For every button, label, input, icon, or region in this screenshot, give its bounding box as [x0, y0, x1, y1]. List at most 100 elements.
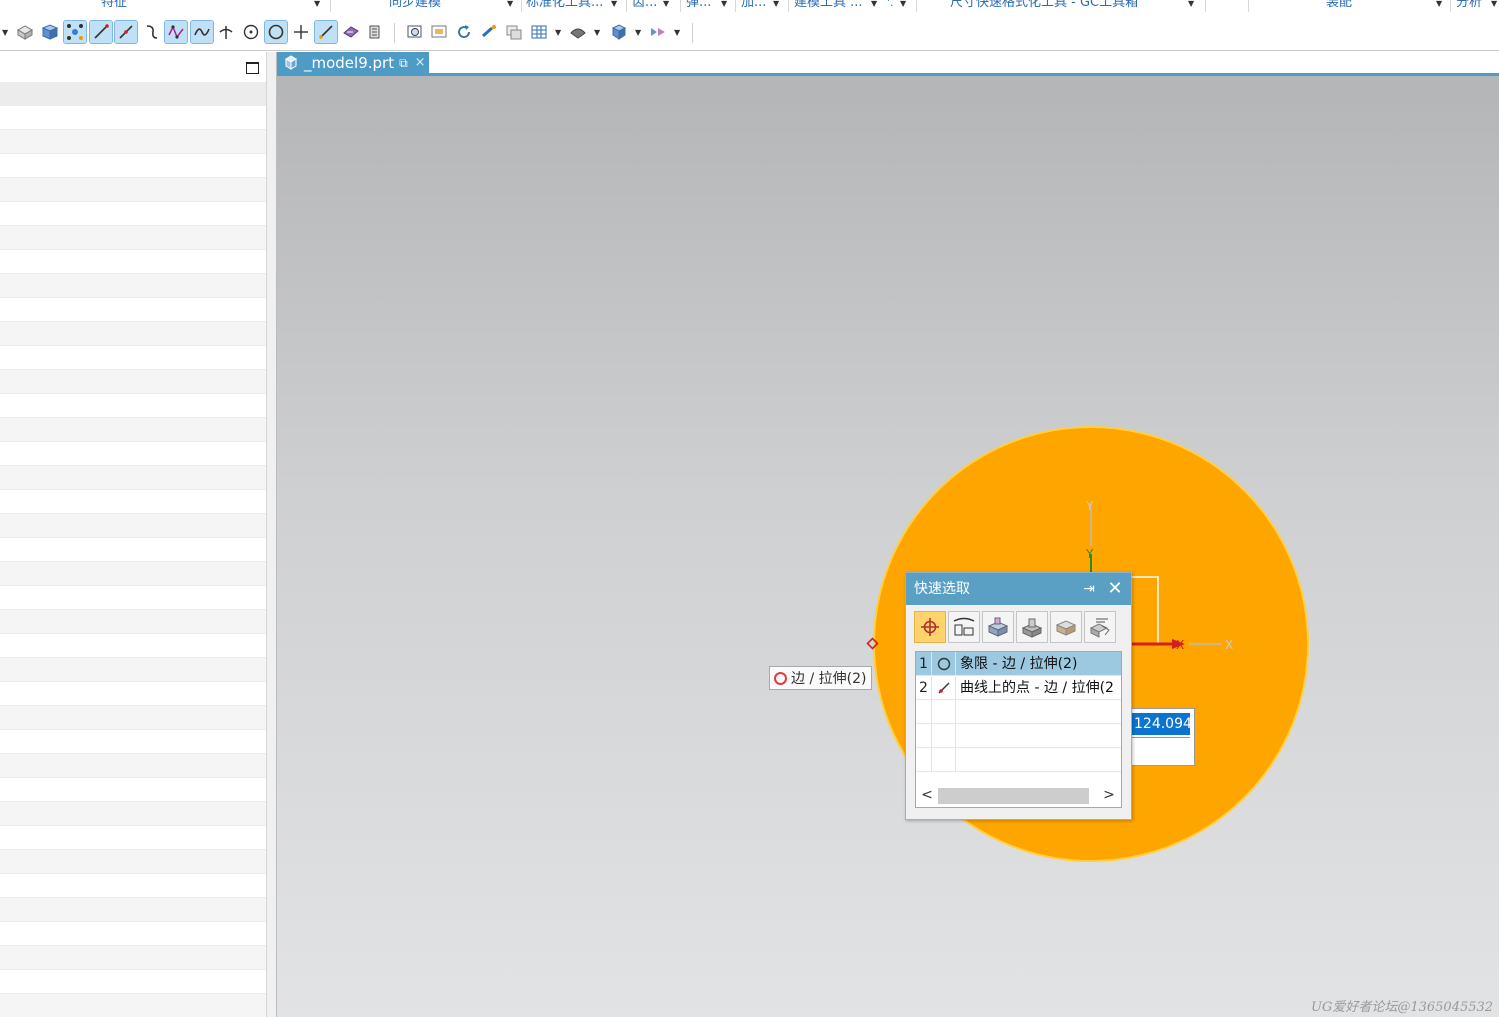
chamfer-icon[interactable]	[340, 21, 362, 43]
studio-spline-icon[interactable]	[164, 20, 188, 44]
navigator-row[interactable]	[0, 898, 266, 922]
navigator-row[interactable]	[0, 514, 266, 538]
navigator-row[interactable]	[0, 658, 266, 682]
navigator-row[interactable]	[0, 226, 266, 250]
group-analysis[interactable]: 分析	[1456, 0, 1482, 11]
circle-icon[interactable]	[264, 20, 288, 44]
navigator-row[interactable]	[0, 490, 266, 514]
chevron-down-icon[interactable]: ▼	[611, 0, 617, 8]
close-icon[interactable]: ✕	[1105, 573, 1125, 605]
box-icon[interactable]	[14, 21, 36, 43]
pan-icon[interactable]	[478, 21, 500, 43]
arc-icon[interactable]	[140, 21, 162, 43]
navigator-row[interactable]	[0, 466, 266, 490]
list-item[interactable]: 2 曲线上的点 - 边 / 拉伸(2	[916, 676, 1121, 700]
chevron-down-icon[interactable]: ▼	[314, 0, 320, 8]
dimension-value-input[interactable]: 124.094	[1132, 713, 1190, 735]
scroll-thumb[interactable]	[938, 788, 1089, 804]
line-on-curve-icon[interactable]	[314, 20, 338, 44]
feature-filter-icon[interactable]	[1050, 611, 1082, 643]
navigator-row[interactable]	[0, 610, 266, 634]
chevron-down-icon[interactable]: ▼	[1436, 0, 1442, 8]
group-gc-dimension-tools[interactable]: 尺寸快速格式化工具 - GC工具箱	[950, 0, 1138, 11]
horizontal-scrollbar[interactable]: < >	[916, 783, 1121, 807]
grid-icon[interactable]	[528, 21, 550, 43]
curve-icon[interactable]	[190, 20, 214, 44]
render-icon[interactable]	[647, 21, 669, 43]
navigator-row[interactable]	[0, 562, 266, 586]
navigator-row[interactable]	[0, 130, 266, 154]
group-features[interactable]: 特征	[101, 0, 127, 11]
navigator-row[interactable]	[0, 322, 266, 346]
navigator-row[interactable]	[0, 802, 266, 826]
rotate-icon[interactable]	[453, 21, 475, 43]
pin-icon[interactable]: ⇥	[1079, 573, 1099, 605]
group-machining[interactable]: 加...	[741, 0, 766, 11]
maximize-icon[interactable]	[246, 62, 259, 74]
group-sync-modeling[interactable]: 同步建模	[389, 0, 441, 11]
graphics-viewport[interactable]: Y Y X X	[277, 76, 1499, 1017]
stack-icon[interactable]	[364, 21, 386, 43]
navigator-row[interactable]	[0, 394, 266, 418]
cube-icon[interactable]	[608, 21, 630, 43]
zoom-fit-icon[interactable]	[404, 21, 426, 43]
panel-splitter[interactable]	[266, 52, 277, 1017]
navigator-row[interactable]	[0, 82, 266, 106]
chevron-down-icon[interactable]: ▼	[555, 29, 561, 37]
point-filter-icon[interactable]	[914, 611, 946, 643]
navigator-row[interactable]	[0, 154, 266, 178]
chevron-down-icon[interactable]: ▼	[2, 29, 8, 37]
navigator-row[interactable]	[0, 946, 266, 970]
navigator-row[interactable]	[0, 586, 266, 610]
navigator-row[interactable]	[0, 634, 266, 658]
navigator-row[interactable]	[0, 202, 266, 226]
view-icon[interactable]	[428, 21, 450, 43]
navigator-row[interactable]	[0, 442, 266, 466]
navigator-row[interactable]	[0, 106, 266, 130]
point-snap-icon[interactable]	[63, 20, 87, 44]
navigator-row[interactable]	[0, 850, 266, 874]
list-item[interactable]: 1 象限 - 边 / 拉伸(2)	[916, 652, 1121, 676]
chevron-down-icon[interactable]: ▼	[507, 0, 513, 8]
solid-block-icon[interactable]	[39, 21, 61, 43]
intersection-icon[interactable]	[215, 21, 237, 43]
navigator-row[interactable]	[0, 922, 266, 946]
chevron-down-icon[interactable]: ▼	[663, 0, 669, 8]
crosshair-icon[interactable]	[290, 21, 312, 43]
navigator-row[interactable]	[0, 346, 266, 370]
chevron-down-icon[interactable]: ▼	[1491, 0, 1497, 8]
shade-icon[interactable]	[567, 21, 589, 43]
chevron-down-icon[interactable]: ▼	[594, 29, 600, 37]
navigator-row[interactable]	[0, 874, 266, 898]
body-filter-icon[interactable]	[1016, 611, 1048, 643]
chevron-down-icon[interactable]: ▼	[721, 0, 727, 8]
group-modeling-tools[interactable]: 建模工具 ...	[794, 0, 863, 11]
chevron-down-icon[interactable]: ▼	[635, 29, 641, 37]
line-icon[interactable]	[89, 20, 113, 44]
navigator-row[interactable]	[0, 418, 266, 442]
chevron-down-icon[interactable]: ▼	[674, 29, 680, 37]
component-filter-icon[interactable]	[1084, 611, 1116, 643]
scroll-right-button[interactable]: >	[1100, 783, 1118, 807]
chevron-down-icon[interactable]: ▼	[773, 0, 779, 8]
navigator-row[interactable]	[0, 274, 266, 298]
scroll-left-button[interactable]: <	[918, 783, 936, 807]
navigator-row[interactable]	[0, 826, 266, 850]
navigator-row[interactable]	[0, 178, 266, 202]
navigator-row[interactable]	[0, 778, 266, 802]
navigator-row[interactable]	[0, 298, 266, 322]
navigator-row[interactable]	[0, 370, 266, 394]
navigator-row[interactable]	[0, 682, 266, 706]
navigator-row[interactable]	[0, 754, 266, 778]
navigator-row[interactable]	[0, 994, 266, 1017]
navigator-row[interactable]	[0, 730, 266, 754]
group-standard-tools[interactable]: 标准化工具...	[526, 0, 603, 11]
chevron-down-icon[interactable]: ▼	[900, 0, 906, 8]
group-spring[interactable]: 弹...	[686, 0, 711, 11]
navigator-row[interactable]	[0, 706, 266, 730]
tab-model9-prt[interactable]: _model9.prt ⧉ ×	[277, 52, 429, 74]
close-icon[interactable]: ×	[415, 52, 426, 74]
circle-center-icon[interactable]	[240, 21, 262, 43]
navigator-row[interactable]	[0, 538, 266, 562]
group-gear[interactable]: 齿...	[632, 0, 657, 11]
